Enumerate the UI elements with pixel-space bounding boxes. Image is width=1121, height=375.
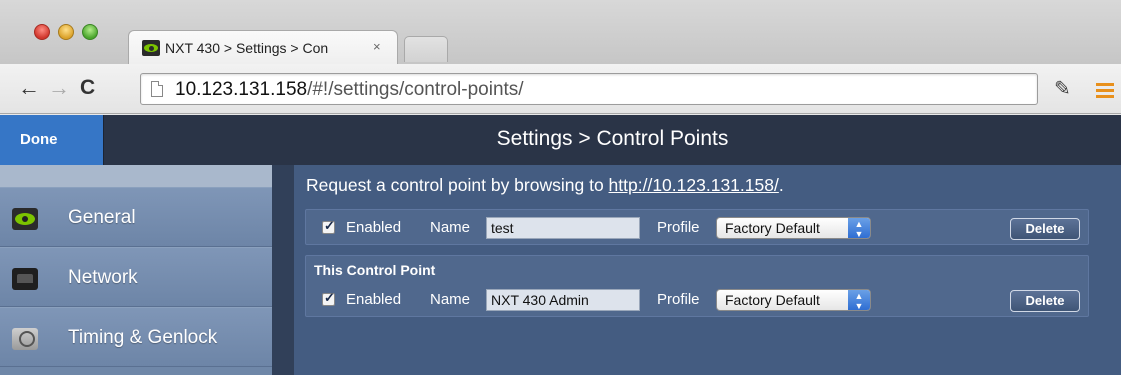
sidebar-item-label: Timing & Genlock <box>68 327 218 348</box>
wrench-icon[interactable]: ✎ <box>1054 76 1071 101</box>
sidebar-item-label: Network <box>68 267 138 288</box>
page-title: Settings > Control Points <box>496 127 729 150</box>
delete-button[interactable]: Delete <box>1010 218 1080 240</box>
browser-tab-bar: NXT 430 > Settings > Con × <box>0 0 1121 66</box>
settings-sidebar: General Network Timing & Genlock <box>0 165 272 375</box>
app-header: Done Settings > Control Points <box>0 115 1121 165</box>
control-points-panel: Request a control point by browsing to h… <box>294 165 1121 375</box>
select-arrows-icon: ▲ ▼ <box>848 218 870 239</box>
name-label: Name <box>430 219 471 236</box>
name-label: Name <box>430 291 471 308</box>
tab-title: NXT 430 > Settings > Con <box>165 40 329 56</box>
sidebar-item-timing-genlock[interactable]: Timing & Genlock <box>0 307 272 367</box>
tab-close-icon[interactable]: × <box>373 39 381 54</box>
forward-arrow-icon[interactable]: → <box>48 75 70 101</box>
select-arrows-icon: ▲ ▼ <box>848 290 870 311</box>
profile-select-value: Factory Default <box>725 220 820 236</box>
done-button[interactable]: Done <box>0 115 104 165</box>
network-port-icon <box>12 268 38 290</box>
chrome-menu-icon[interactable] <box>1096 83 1114 101</box>
back-arrow-icon[interactable]: ← <box>18 75 40 101</box>
request-instructions: Request a control point by browsing to h… <box>306 175 784 196</box>
name-input[interactable] <box>486 289 640 311</box>
request-suffix: . <box>778 175 784 195</box>
new-tab-button[interactable] <box>404 36 448 62</box>
sidebar-divider <box>272 165 294 375</box>
sidebar-item-label: General <box>68 207 136 228</box>
zoom-window-button[interactable] <box>82 24 98 40</box>
profile-label: Profile <box>657 291 700 308</box>
control-point-fields: Enabled Name Profile Factory Default ▲▼ … <box>306 283 1088 317</box>
enabled-checkbox[interactable] <box>322 290 335 306</box>
name-input[interactable] <box>486 217 640 239</box>
minimize-window-button[interactable] <box>58 24 74 40</box>
enabled-label: Enabled <box>346 219 402 236</box>
request-link[interactable]: http://10.123.131.158/ <box>609 175 779 195</box>
profile-label: Profile <box>657 219 700 236</box>
nxt-favicon-icon <box>142 40 160 56</box>
reload-icon[interactable]: C <box>80 75 95 101</box>
url-text[interactable]: 10.123.131.158/#!/settings/control-point… <box>175 79 524 101</box>
page-icon <box>151 81 163 97</box>
address-bar[interactable]: 10.123.131.158/#!/settings/control-point… <box>140 73 1038 105</box>
profile-select[interactable]: Factory Default ▲ ▼ <box>716 217 871 239</box>
browser-tab[interactable]: NXT 430 > Settings > Con × <box>128 30 398 66</box>
request-prefix: Request a control point by browsing to <box>306 175 609 195</box>
close-window-button[interactable] <box>34 24 50 40</box>
nxt-eye-icon <box>12 208 38 230</box>
control-point-fields: Enabled Name Profile Factory Default ▲▼ … <box>306 211 1088 245</box>
enabled-checkbox[interactable] <box>322 218 335 234</box>
url-path: /#!/settings/control-points/ <box>307 79 524 100</box>
sidebar-item-network[interactable]: Network <box>0 247 272 307</box>
profile-select[interactable]: Factory Default ▲ ▼ <box>716 289 871 311</box>
control-point-row: This Control Point Enabled Name Profile … <box>305 255 1089 317</box>
enabled-label: Enabled <box>346 291 402 308</box>
url-host: 10.123.131.158 <box>175 79 308 100</box>
profile-select-value: Factory Default <box>725 292 820 308</box>
sidebar-top-spacer <box>0 165 272 187</box>
browser-toolbar: ← → C 10.123.131.158/#!/settings/control… <box>0 64 1121 114</box>
this-control-point-title: This Control Point <box>314 262 436 278</box>
ref-clock-icon <box>12 328 38 350</box>
sidebar-item-general[interactable]: General <box>0 187 272 247</box>
delete-button[interactable]: Delete <box>1010 290 1080 312</box>
control-point-row: Enabled Name Profile Factory Default ▲▼ … <box>305 209 1089 245</box>
